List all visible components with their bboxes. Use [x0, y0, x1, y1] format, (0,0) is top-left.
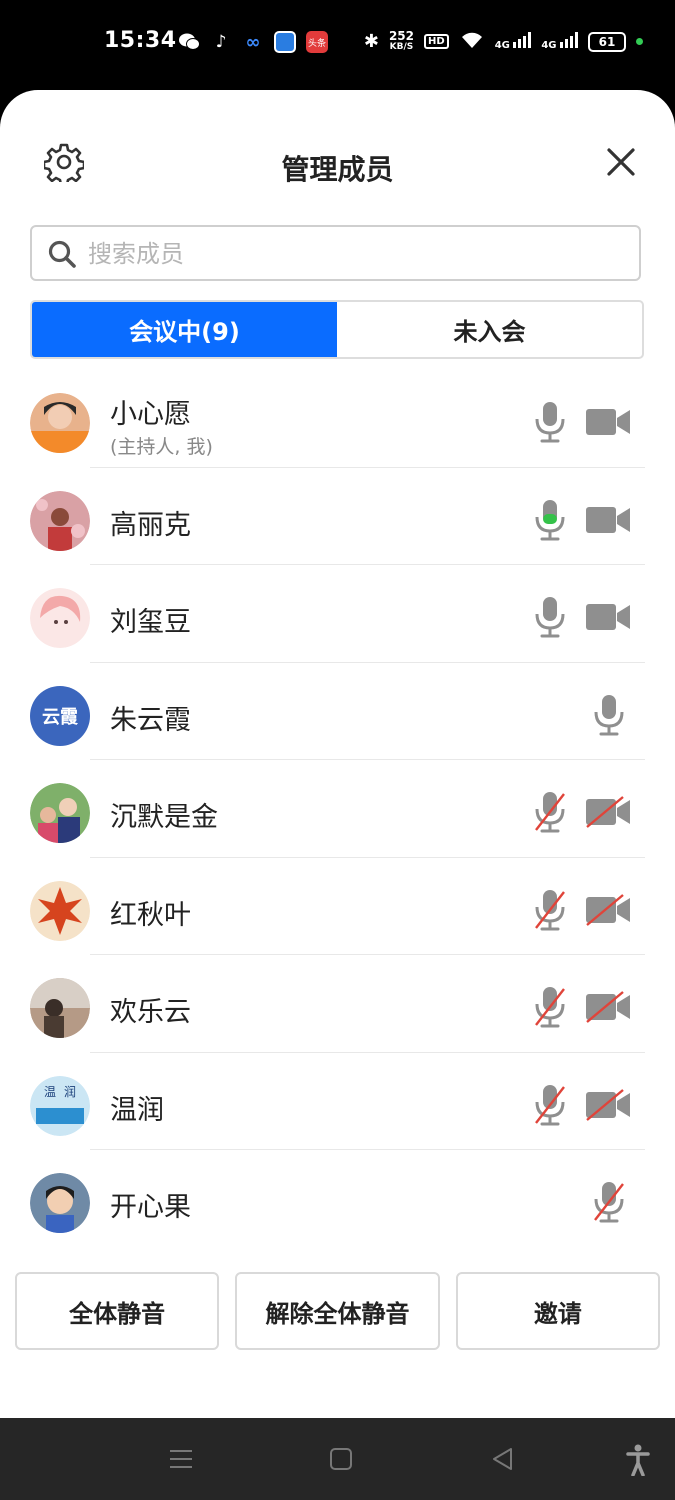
unmute-all-button[interactable]: 解除全体静音 — [235, 1272, 440, 1350]
app-blue-icon: ∞ — [245, 31, 261, 53]
avatar — [30, 783, 90, 843]
system-status: ✱ 252 KB/S HD 4G 4G 61 — [364, 30, 643, 53]
member-name: 刘玺豆 — [110, 607, 191, 638]
camera-icon[interactable] — [585, 406, 631, 438]
charging-dot — [636, 38, 643, 45]
mic-muted-icon[interactable] — [532, 888, 568, 932]
mic-icon[interactable] — [532, 498, 568, 542]
close-button[interactable] — [604, 145, 638, 179]
search-icon — [48, 240, 76, 268]
search-box[interactable] — [30, 225, 641, 281]
wifi-icon — [459, 30, 485, 53]
status-bar: 15:34 ♪ ∞ 头条 ✱ 252 KB/S HD 4G 4G 61 — [0, 0, 675, 90]
camera-icon[interactable] — [585, 504, 631, 536]
status-time: 15:34 — [104, 28, 177, 53]
avatar — [30, 978, 90, 1038]
search-input[interactable] — [86, 233, 630, 275]
app-square-icon — [274, 31, 296, 53]
member-name: 高丽克 — [110, 509, 191, 541]
mic-icon[interactable] — [532, 400, 568, 444]
avatar — [30, 880, 90, 941]
member-row[interactable]: 红秋叶 — [0, 858, 675, 956]
avatar — [30, 490, 90, 551]
tab-in-meeting[interactable]: 会议中(9) — [32, 302, 337, 357]
system-nav-bar — [0, 1418, 675, 1500]
manage-members-sheet: 管理成员 会议中(9) 未入会 小心愿 (主持人, 我) 高丽克刘玺豆云霞朱云霞沉默… — [0, 90, 675, 1418]
member-name: 朱云霞 — [110, 704, 191, 736]
mic-muted-icon[interactable] — [532, 985, 568, 1029]
toutiao-icon: 头条 — [306, 31, 328, 53]
wechat-icon — [178, 31, 200, 53]
back-icon[interactable] — [490, 1446, 516, 1472]
avatar: 云霞 — [30, 685, 90, 746]
camera-icon[interactable] — [585, 601, 631, 633]
mic-muted-icon[interactable] — [532, 1083, 568, 1127]
page-title: 管理成员 — [281, 153, 394, 186]
member-name: 红秋叶 — [110, 899, 191, 931]
mic-muted-icon[interactable] — [532, 790, 568, 834]
svg-text:温: 温 — [44, 1085, 56, 1099]
camera-off-icon[interactable] — [585, 1088, 631, 1121]
close-icon — [607, 148, 635, 176]
member-name: 沉默是金 — [110, 802, 218, 833]
member-row[interactable]: 刘玺豆 — [0, 565, 675, 663]
avatar — [30, 588, 90, 648]
signal-4g-2: 4G — [541, 32, 578, 51]
member-row[interactable]: 小心愿 (主持人, 我) — [0, 370, 675, 468]
tiktok-icon: ♪ — [215, 32, 227, 52]
avatar — [30, 393, 90, 453]
home-icon[interactable] — [328, 1446, 354, 1472]
net-speed-unit: KB/S — [389, 41, 414, 52]
member-row[interactable]: 高丽克 — [0, 468, 675, 566]
member-row[interactable]: 温润温润 — [0, 1053, 675, 1151]
bluetooth-icon: ✱ — [363, 31, 379, 52]
camera-off-icon[interactable] — [585, 991, 631, 1023]
member-role: (主持人, 我) — [110, 436, 213, 458]
action-bar: 全体静音 解除全体静音 邀请 — [15, 1272, 660, 1350]
member-row[interactable]: 沉默是金 — [0, 760, 675, 858]
signal-4g-1: 4G — [495, 32, 532, 51]
member-row[interactable]: 欢乐云 — [0, 955, 675, 1053]
avatar — [30, 1173, 90, 1233]
member-row[interactable]: 开心果 — [0, 1150, 675, 1248]
camera-off-icon[interactable] — [585, 893, 631, 926]
mic-icon[interactable] — [591, 693, 627, 737]
mic-muted-icon[interactable] — [591, 1180, 627, 1224]
hd-badge: HD — [424, 34, 449, 49]
network-speed: 252 KB/S — [388, 28, 415, 53]
svg-text:润: 润 — [64, 1085, 76, 1099]
battery-icon: 61 — [588, 31, 626, 52]
notification-icons: ♪ ∞ 头条 — [178, 31, 328, 53]
mute-all-button[interactable]: 全体静音 — [15, 1272, 220, 1350]
mic-icon[interactable] — [532, 595, 568, 639]
signal-label-1: 4G — [494, 40, 510, 51]
tab-not-joined[interactable]: 未入会 — [337, 302, 642, 357]
camera-off-icon[interactable] — [585, 796, 631, 828]
avatar: 温润 — [30, 1075, 90, 1136]
net-speed-value: 252 — [388, 28, 415, 43]
member-name: 欢乐云 — [110, 997, 191, 1028]
member-row[interactable]: 云霞 朱云霞 — [0, 663, 675, 761]
member-list: 小心愿 (主持人, 我) 高丽克 刘玺豆 云霞 朱云霞 沉默是金 红秋叶 欢乐云温润温润 开心果 — [0, 370, 675, 1248]
signal-label-2: 4G — [541, 40, 557, 51]
accessibility-icon[interactable] — [626, 1444, 650, 1476]
member-name: 温润 — [110, 1094, 164, 1126]
invite-button[interactable]: 邀请 — [455, 1272, 660, 1350]
member-name: 小心愿 — [110, 399, 191, 430]
member-name: 开心果 — [110, 1192, 191, 1223]
menu-icon[interactable] — [168, 1446, 194, 1472]
member-tabs: 会议中(9) 未入会 — [30, 300, 644, 359]
